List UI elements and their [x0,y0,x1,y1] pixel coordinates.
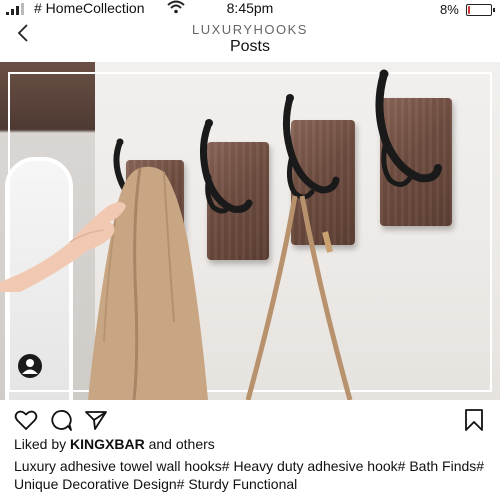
bag-strap [245,195,353,400]
hand-reaching [0,202,126,292]
liked-by-user[interactable]: KINGXBAR [70,436,145,452]
liked-by-suffix[interactable]: and others [149,436,215,452]
liked-by-line: Liked by KINGXBAR and others [14,436,215,452]
post-caption: Luxury adhesive towel wall hooks# Heavy … [14,458,485,492]
liked-by-prefix: Liked by [14,436,67,452]
like-button[interactable] [14,408,38,432]
top-navigation-header: LUXURYHOOKS Posts [0,18,500,58]
account-username[interactable]: LUXURYHOOKS [0,22,500,37]
share-button[interactable] [84,408,108,432]
comment-button[interactable] [49,408,73,432]
status-bar: # HomeCollection 8:45pm 8% [0,0,500,18]
person-icon [22,359,38,374]
battery-icon [466,4,495,16]
bookmark-icon [465,409,483,431]
battery-percent: 8% [440,2,459,17]
post-action-bar [0,404,500,436]
user-tag-button[interactable] [18,354,42,378]
black-hook-4 [375,69,442,187]
send-icon [85,411,107,430]
page-title: Posts [229,38,270,55]
clock-time: 8:45pm [226,0,274,16]
save-button[interactable] [462,408,486,432]
heart-icon [14,410,38,430]
comment-icon [51,410,72,431]
battery-level-fill [468,6,470,14]
post-image[interactable] [0,62,500,400]
